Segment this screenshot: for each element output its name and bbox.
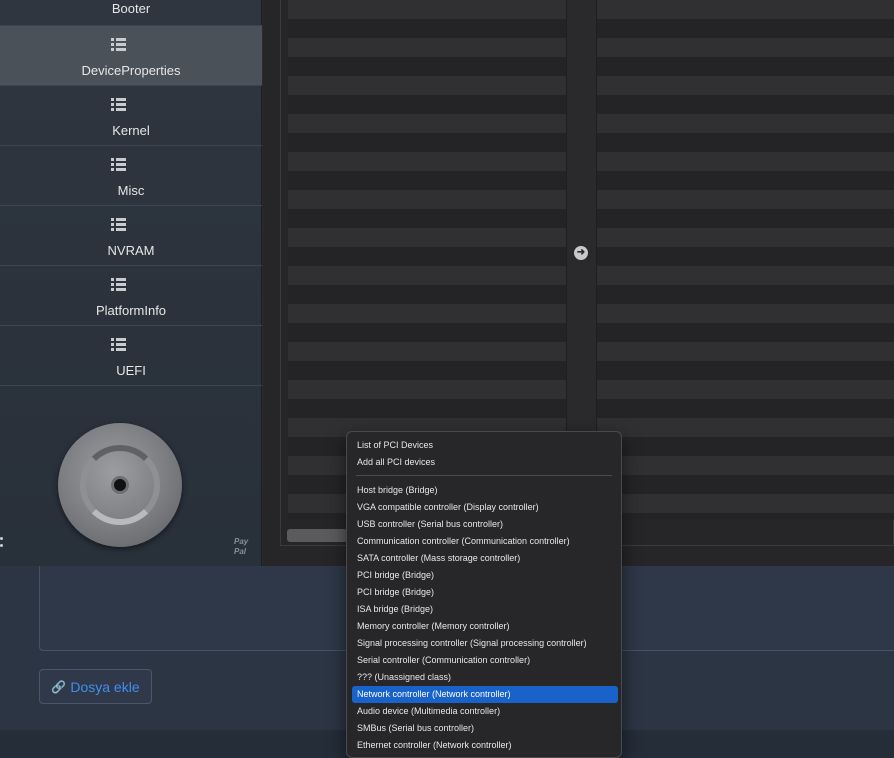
menu-item[interactable]: Host bridge (Bridge) [352, 482, 618, 499]
menu-item[interactable]: Serial controller (Communication control… [352, 652, 618, 669]
menu-item[interactable]: USB controller (Serial bus controller) [352, 516, 618, 533]
sidebar-item-booter[interactable]: Booter [0, 0, 262, 26]
list-icon [111, 38, 126, 51]
menu-item[interactable]: List of PCI Devices [352, 437, 618, 454]
disk-logo-icon [58, 423, 182, 547]
sidebar-item-nvram[interactable]: NVRAM [0, 206, 262, 266]
sidebar-item-label: NVRAM [107, 243, 155, 258]
sidebar-item-misc[interactable]: Misc [0, 146, 262, 206]
pci-devices-menu: List of PCI Devices Add all PCI devices … [346, 431, 622, 758]
more-dots-icon[interactable] [0, 537, 4, 555]
menu-item-highlighted[interactable]: Network controller (Network controller) [352, 686, 618, 703]
menu-separator [356, 475, 612, 476]
sidebar: Booter DeviceProperties Kernel Misc NVRA… [0, 0, 262, 566]
menu-item[interactable]: Signal processing controller (Signal pro… [352, 635, 618, 652]
sidebar-item-label: DeviceProperties [81, 63, 181, 78]
menu-item[interactable]: Ethernet controller (Network controller) [352, 737, 618, 754]
sidebar-item-uefi[interactable]: UEFI [0, 326, 262, 386]
paypal-logo[interactable]: Pay Pal [234, 537, 248, 557]
arrow-right-circle-icon[interactable]: ➜ [574, 246, 588, 260]
menu-item[interactable]: PCI bridge (Bridge) [352, 567, 618, 584]
list-icon [111, 338, 126, 351]
attach-file-button[interactable]: 🔗 Dosya ekle [39, 669, 152, 704]
menu-item[interactable]: Communication controller (Communication … [352, 533, 618, 550]
sidebar-item-label: Booter [111, 1, 151, 16]
menu-item[interactable]: SMBus (Serial bus controller) [352, 720, 618, 737]
menu-item[interactable]: Audio device (Multimedia controller) [352, 703, 618, 720]
attach-file-label: Dosya ekle [70, 678, 140, 695]
menu-item[interactable]: Memory controller (Memory controller) [352, 618, 618, 635]
menu-item[interactable]: ISA bridge (Bridge) [352, 601, 618, 618]
sidebar-item-label: Kernel [112, 123, 150, 138]
list-icon [111, 218, 126, 231]
list-icon [111, 158, 126, 171]
menu-item[interactable]: PCI bridge (Bridge) [352, 584, 618, 601]
sidebar-item-kernel[interactable]: Kernel [0, 86, 262, 146]
menu-item[interactable]: SATA controller (Mass storage controller… [352, 550, 618, 567]
menu-item[interactable]: ??? (Unassigned class) [352, 669, 618, 686]
sidebar-item-label: PlatformInfo [95, 303, 167, 318]
horizontal-scrollbar[interactable] [287, 529, 347, 542]
menu-item[interactable]: Add all PCI devices [352, 454, 618, 471]
paperclip-icon: 🔗 [51, 679, 67, 694]
sidebar-item-label: Misc [117, 183, 145, 198]
sidebar-item-deviceproperties[interactable]: DeviceProperties [0, 26, 262, 86]
list-icon [111, 98, 126, 111]
sidebar-item-platforminfo[interactable]: PlatformInfo [0, 266, 262, 326]
sidebar-item-label: UEFI [116, 363, 146, 378]
menu-item[interactable]: VGA compatible controller (Display contr… [352, 499, 618, 516]
list-icon [111, 278, 126, 291]
